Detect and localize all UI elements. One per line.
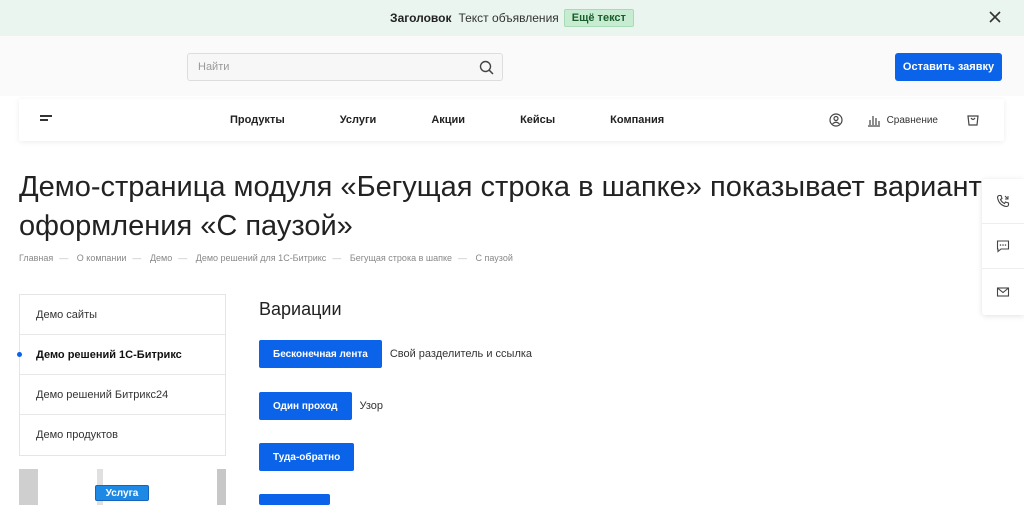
callback-widget[interactable] [982,179,1024,224]
page-title: Демо-страница модуля «Бегущая строка в ш… [19,171,982,242]
partial-variation-button[interactable] [259,494,330,505]
leave-request-button[interactable]: Оставить заявку [895,53,1002,81]
nav-item-cases[interactable]: Кейсы [520,114,555,126]
nav-item-promotions[interactable]: Акции [431,114,465,126]
phone-icon [996,194,1010,208]
chat-widget[interactable] [982,224,1024,269]
breadcrumb-item[interactable]: Демо решений для 1С-Битрикс [196,253,327,263]
search-icon[interactable] [479,60,494,75]
nav-actions: Сравнение [828,99,980,141]
breadcrumb-item[interactable]: Главная [19,253,53,263]
chat-icon [996,240,1010,253]
cart-icon[interactable] [966,113,980,127]
variation-row: Туда-обратно [259,443,355,471]
announcement-bar: Заголовок Текст объявления Ещё текст [0,0,1024,36]
announcement-text: Текст объявления [458,11,559,25]
sidebar-item-label: Демо продуктов [36,429,118,441]
service-badge: Услуга [95,485,149,501]
announcement-title: Заголовок [390,11,452,25]
nav-item-services[interactable]: Услуги [340,114,377,126]
one-pass-button[interactable]: Один проход [259,392,352,420]
sidebar-item-bitrix24-demo[interactable]: Демо решений Битрикс24 [20,375,225,415]
mail-widget[interactable] [982,269,1024,314]
variation-row: Один проход Узор [259,392,383,420]
mail-icon [996,286,1010,297]
nav-item-products[interactable]: Продукты [230,114,285,126]
sidebar-item-bitrix-demo[interactable]: Демо решений 1С-Битрикс [17,335,225,375]
sidebar-menu: Демо сайты Демо решений 1С-Битрикс Демо … [17,294,226,456]
search-box[interactable] [187,53,503,81]
breadcrumb: Главная — О компании — Демо — Демо решений … [19,253,513,263]
back-and-forth-button[interactable]: Туда-обратно [259,443,355,471]
sidebar-item-demo-sites[interactable]: Демо сайты [20,295,225,335]
nav-item-company[interactable]: Компания [610,114,664,126]
variation-row: Бесконечная лента Свой разделитель и ссы… [259,340,532,368]
sidebar-item-label: Демо решений Битрикс24 [36,388,169,401]
compare-link[interactable]: Сравнение [867,113,938,127]
user-icon[interactable] [828,113,843,127]
nav-items: Продукты Услуги Акции Кейсы Компания [230,99,719,141]
breadcrumb-current: С паузой [475,253,513,263]
variation-desc: Свой разделитель и ссылка [389,348,533,360]
top-header [0,36,1024,96]
sidebar-item-label: Демо решений 1С-Битрикс [36,348,182,361]
main-nav: Продукты Услуги Акции Кейсы Компания Сра… [19,99,1004,141]
sidebar-item-products-demo[interactable]: Демо продуктов [20,415,225,455]
search-input[interactable] [188,54,468,80]
breadcrumb-item[interactable]: Демо [150,253,172,263]
close-icon[interactable] [988,10,1002,24]
variation-row [259,494,330,505]
chart-bars-icon [867,116,880,127]
variations-heading: Вариации [259,299,342,319]
breadcrumb-item[interactable]: О компании [77,253,127,263]
promo-banner[interactable]: Услуга [19,469,226,505]
floating-widgets [982,179,1024,315]
infinite-tape-button[interactable]: Бесконечная лента [259,340,382,368]
breadcrumb-item[interactable]: Бегущая строка в шапке [350,253,452,263]
announcement-more-button[interactable]: Ещё текст [563,9,634,27]
menu-icon[interactable] [40,115,52,125]
compare-label: Сравнение [886,114,938,126]
variation-desc: Узор [359,400,384,412]
sidebar-item-label: Демо сайты [36,308,98,321]
